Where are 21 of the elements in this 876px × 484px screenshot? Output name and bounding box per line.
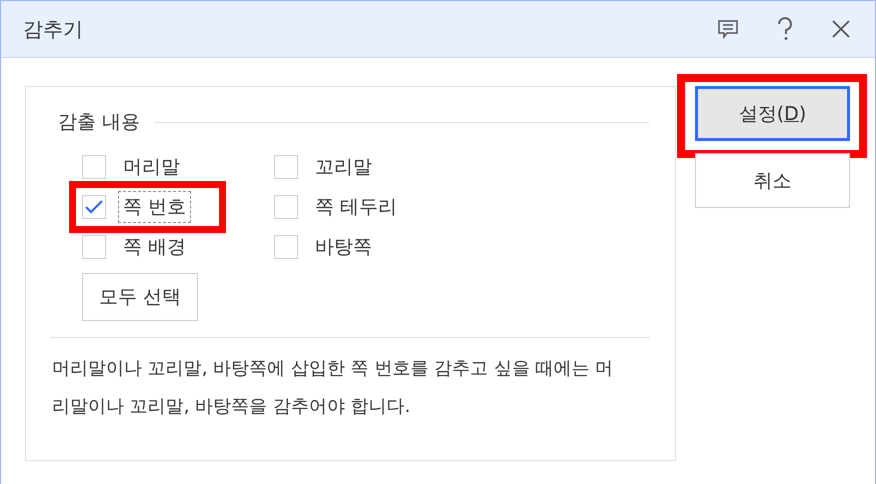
help-icon[interactable] (777, 17, 793, 41)
checkbox[interactable] (82, 235, 106, 259)
window-title: 감추기 (23, 16, 84, 42)
description-text: 머리말이나 꼬리말, 바탕쪽에 삽입한 쪽 번호를 감추고 싶을 때에는 머리말이나 꼬리말, 바탕쪽을 감추어야 합니다. (52, 357, 614, 419)
checkbox[interactable] (274, 195, 298, 219)
checkbox-label[interactable]: 바탕쪽 (310, 231, 377, 263)
cancel-button[interactable]: 취소 (695, 153, 850, 208)
checkbox[interactable] (82, 195, 106, 219)
checkbox-label[interactable]: 쪽 배경 (118, 231, 192, 263)
checkbox-label[interactable]: 쪽 테두리 (310, 191, 402, 223)
checkbox[interactable] (82, 155, 106, 179)
checkbox-label[interactable]: 머리말 (118, 151, 185, 183)
comment-icon[interactable] (717, 18, 739, 40)
checkbox-label[interactable]: 쪽 번호 (118, 191, 192, 223)
close-icon[interactable] (831, 19, 851, 39)
group-title: 감출 내용 (58, 110, 140, 135)
checkbox[interactable] (274, 155, 298, 179)
ok-button[interactable]: 설정(D) (695, 86, 850, 141)
checkbox[interactable] (274, 235, 298, 259)
select-all-button[interactable]: 모두 선택 (82, 273, 198, 321)
checkbox-label[interactable]: 꼬리말 (310, 151, 377, 183)
